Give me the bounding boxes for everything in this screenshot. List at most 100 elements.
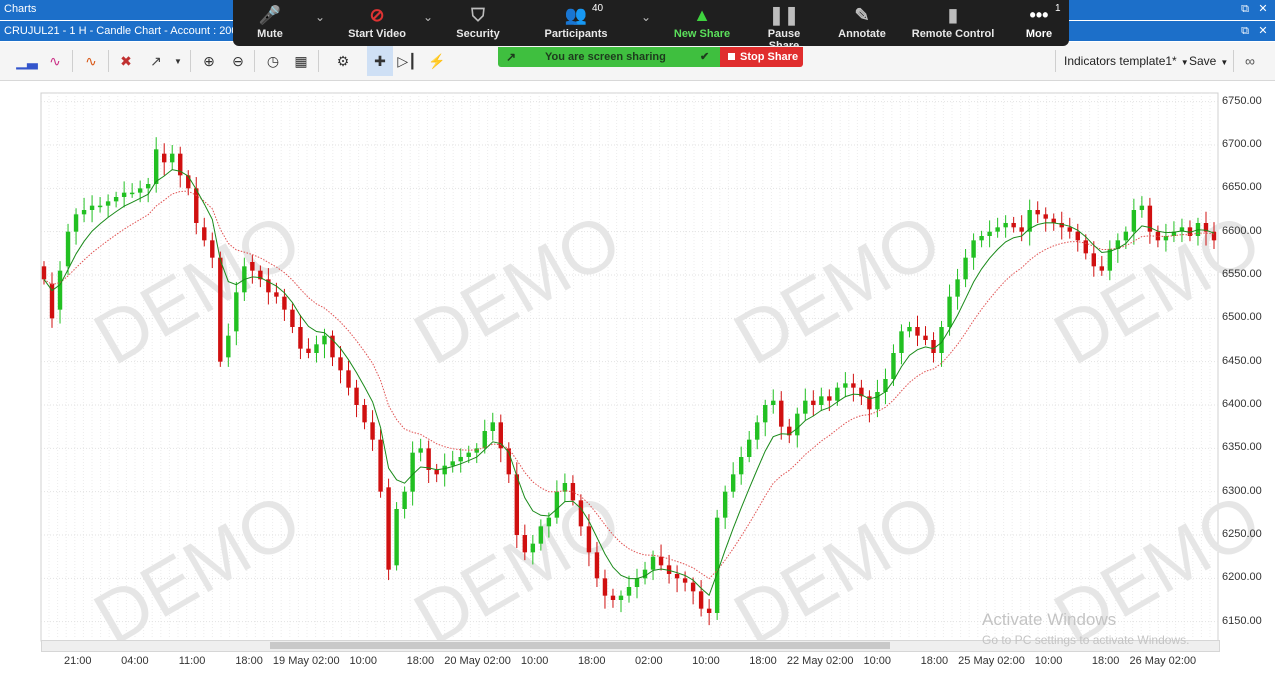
chevron-down-icon[interactable]: ▼ — [167, 50, 189, 72]
zoom-out-icon[interactable]: ⊖ — [227, 50, 249, 72]
chevron-down-icon[interactable]: ⌄ — [423, 10, 433, 24]
candle-body — [418, 448, 423, 453]
compare-icon[interactable]: ✖ — [115, 50, 137, 72]
candle-body — [434, 470, 439, 475]
candle-body — [1075, 231, 1080, 241]
indicator-icon[interactable]: ∿ — [80, 50, 102, 72]
candle-body — [314, 344, 319, 353]
more-dots-icon: ••• — [1029, 5, 1049, 25]
toolbar-separator — [1055, 50, 1056, 72]
candle-body — [835, 387, 840, 401]
drawing-tools-icon[interactable]: ↗ — [145, 50, 167, 72]
candle-body — [362, 405, 367, 423]
candle-body — [346, 370, 351, 388]
grid-icon[interactable]: ▦ — [290, 50, 312, 72]
candle-body — [899, 331, 904, 353]
candle-body — [1107, 249, 1113, 271]
lightning-icon[interactable]: ⚡ — [426, 50, 448, 72]
shield-check-icon: ✔ — [700, 51, 710, 63]
chart-restore-icon[interactable]: ⧉ — [1238, 24, 1252, 38]
activate-windows-title: Activate Windows — [982, 610, 1117, 629]
candle-body — [738, 457, 744, 475]
start-video-label: Start Video — [348, 28, 406, 40]
sharing-arrow-icon: ↗ — [506, 50, 517, 64]
clock-icon[interactable]: ◷ — [262, 50, 284, 72]
candle-chart[interactable]: DEMO DEMO DEMO DEMODEMO DEMO DEMO DEMO — [0, 81, 1275, 683]
restore-icon[interactable]: ⧉ — [1238, 2, 1252, 16]
stop-share-label: Stop Share — [740, 51, 799, 63]
mute-label: Mute — [257, 28, 283, 40]
new-share-button[interactable]: ▲ New Share — [673, 0, 731, 46]
crosshair-icon[interactable]: ✚ — [367, 46, 393, 76]
chevron-down-icon[interactable]: ⌄ — [641, 10, 651, 24]
shield-icon: ⛉ — [471, 5, 485, 25]
candle-body — [875, 392, 880, 410]
candle-body — [1003, 223, 1008, 228]
annotate-button[interactable]: ✎ Annotate — [836, 0, 888, 46]
y-tick-label: 6600.00 — [1222, 224, 1262, 237]
candle-body — [1099, 266, 1105, 271]
x-tick-label: 18:00 — [920, 655, 949, 667]
candle-body — [153, 149, 159, 184]
scroll-end-icon[interactable]: ▷┃ — [396, 50, 418, 72]
save-dropdown[interactable]: Save ▼ — [1189, 54, 1228, 68]
y-tick-label: 6150.00 — [1222, 614, 1262, 627]
link-icon[interactable]: ∞ — [1239, 50, 1261, 72]
chevron-down-icon[interactable]: ⌄ — [315, 10, 325, 24]
candle-body — [706, 608, 712, 613]
line-chart-icon[interactable]: ∿ — [44, 50, 66, 72]
candle-body — [1051, 218, 1056, 223]
pause-share-button[interactable]: ❚❚ Pause Share — [751, 0, 817, 52]
candle-body — [955, 279, 960, 297]
participants-count-badge: 40 — [592, 3, 604, 14]
candle-body — [722, 491, 728, 518]
scrollbar-thumb[interactable] — [270, 642, 890, 649]
candle-body — [851, 383, 856, 388]
candle-body — [827, 396, 832, 401]
indicators-template-dropdown[interactable]: Indicators template1* ▼ — [1064, 54, 1189, 68]
zoom-in-icon[interactable]: ⊕ — [198, 50, 220, 72]
mute-button[interactable]: 🎤 Mute — [247, 0, 293, 46]
bar-chart-icon[interactable]: ▁▃ — [16, 50, 38, 72]
candle-body — [530, 543, 536, 553]
chart-close-icon[interactable]: ✕ — [1256, 24, 1270, 38]
candle-body — [1123, 231, 1129, 241]
candle-body — [41, 266, 47, 280]
candle-body — [626, 587, 632, 596]
candle-body — [554, 491, 560, 518]
screen-sharing-banner: ↗ You are screen sharing ✔ — [498, 47, 720, 67]
candle-body — [121, 192, 127, 197]
candle-body — [322, 335, 327, 345]
candle-body — [1019, 227, 1024, 232]
candle-body — [57, 270, 63, 310]
candle-body — [290, 309, 295, 327]
candle-body — [218, 257, 223, 362]
stop-share-button[interactable]: Stop Share — [720, 47, 803, 67]
share-up-icon: ▲ — [693, 5, 711, 25]
x-tick-label: 10:00 — [863, 655, 891, 667]
candle-body — [923, 335, 928, 340]
candle-body — [755, 422, 760, 440]
candle-body — [113, 197, 119, 202]
x-tick-label: 10:00 — [520, 655, 549, 667]
candle-body — [1091, 253, 1096, 267]
more-label: More — [1025, 28, 1053, 40]
candle-body — [795, 413, 800, 436]
candle-body — [210, 240, 215, 258]
x-tick-label: 10:00 — [692, 655, 720, 667]
x-tick-label: 21:00 — [64, 655, 92, 667]
pause-icon: ❚❚ — [768, 5, 800, 25]
security-button[interactable]: ⛉ Security — [453, 0, 503, 46]
y-tick-label: 6500.00 — [1222, 311, 1262, 324]
candle-body — [202, 227, 207, 241]
close-icon[interactable]: ✕ — [1256, 2, 1270, 16]
start-video-button[interactable]: ⊘ Start Video — [341, 0, 413, 46]
more-button[interactable]: ••• More — [1023, 0, 1055, 46]
x-tick-label: 22 May 02:00 — [786, 655, 854, 667]
remote-control-button[interactable]: ▮ Remote Control — [911, 0, 995, 46]
y-tick-label: 6200.00 — [1222, 571, 1262, 584]
y-tick-label: 6450.00 — [1222, 354, 1262, 367]
settings-icon[interactable]: ⚙ — [332, 50, 354, 72]
candle-body — [306, 348, 311, 353]
candle-body — [947, 296, 952, 327]
